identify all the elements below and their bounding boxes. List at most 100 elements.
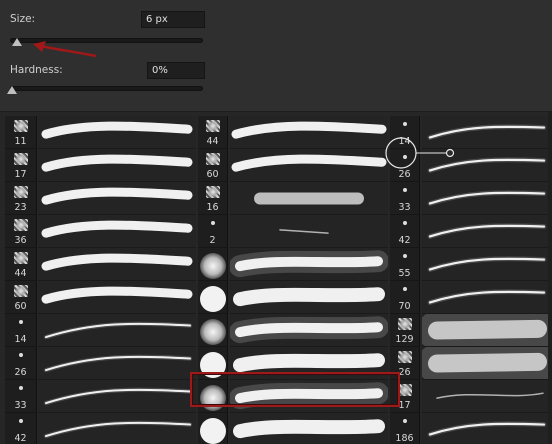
stroke-preview-graphic (41, 121, 193, 139)
size-slider-thumb[interactable] (12, 38, 22, 46)
brush-thumbnail[interactable] (198, 281, 228, 314)
brush-stroke-preview[interactable] (38, 215, 196, 248)
brush-cursor-circle-icon (385, 137, 455, 169)
scrollbar[interactable] (548, 112, 552, 444)
brush-stroke-preview[interactable] (38, 182, 196, 215)
stroke-preview-graphic (233, 287, 385, 307)
brush-thumbnail[interactable]: 23 (5, 182, 37, 215)
brush-thumbnail[interactable]: 42 (390, 215, 420, 248)
brush-thumbnail[interactable]: 33 (390, 182, 420, 215)
brush-stroke-preview[interactable] (230, 281, 388, 314)
stroke-preview-graphic (230, 316, 388, 344)
brush-size-label: 33 (398, 202, 411, 213)
hardness-slider-track[interactable] (10, 86, 203, 91)
brush-stroke-preview[interactable] (422, 281, 548, 314)
brush-thumbnail[interactable]: 70 (390, 281, 420, 314)
brush-stroke-preview[interactable] (230, 248, 388, 281)
brush-tip-icon (199, 319, 226, 345)
brush-stroke-preview[interactable] (422, 380, 548, 413)
stroke-preview-graphic (231, 121, 387, 139)
stroke-preview-graphic (427, 421, 547, 437)
brush-stroke-preview[interactable] (422, 413, 548, 444)
stroke-preview-graphic (427, 190, 547, 206)
brush-tip-icon (199, 253, 226, 279)
hardness-field[interactable]: 0% (147, 62, 205, 79)
brush-stroke-preview[interactable] (38, 347, 196, 380)
brush-tip-icon (402, 188, 407, 192)
brush-stroke-preview[interactable] (422, 215, 548, 248)
brush-size-label: 129 (395, 334, 414, 345)
brush-stroke-preview[interactable] (38, 116, 196, 149)
brush-thumbnail[interactable] (198, 248, 228, 281)
hardness-slider-thumb[interactable] (7, 86, 17, 94)
brush-size-label: 2 (209, 235, 216, 246)
brush-stroke-preview[interactable] (422, 182, 548, 215)
brush-tip-icon (13, 186, 28, 198)
stroke-preview-graphic (422, 347, 548, 379)
brush-size-label: 14 (14, 334, 27, 345)
brush-size-label: 42 (398, 235, 411, 246)
stroke-preview-graphic (43, 420, 193, 439)
brush-thumbnail[interactable]: 42 (5, 413, 37, 444)
brush-thumbnail[interactable]: 186 (390, 413, 420, 444)
size-field[interactable]: 6 px (141, 11, 205, 28)
brush-stroke-preview[interactable] (38, 380, 196, 413)
brush-tip-icon (18, 386, 23, 390)
brush-size-label: 55 (398, 268, 411, 279)
brush-tip-icon (13, 285, 28, 297)
brush-stroke-preview[interactable] (38, 413, 196, 444)
brush-stroke-preview[interactable] (230, 116, 388, 149)
brush-tip-icon (199, 286, 226, 312)
brush-stroke-preview[interactable] (38, 281, 196, 314)
brush-stroke-preview[interactable] (230, 413, 388, 444)
stroke-preview-graphic (422, 314, 548, 346)
brush-tip-icon (205, 120, 220, 132)
brush-thumbnail[interactable]: 44 (198, 116, 228, 149)
brush-thumbnail[interactable]: 16 (198, 182, 228, 215)
brush-thumbnail[interactable]: 129 (390, 314, 420, 347)
stroke-preview-graphic (230, 250, 388, 278)
brush-size-label: 16 (206, 202, 219, 213)
brush-thumbnail[interactable]: 26 (5, 347, 37, 380)
brush-thumbnail[interactable]: 33 (5, 380, 37, 413)
brush-thumbnail[interactable]: 44 (5, 248, 37, 281)
brush-tip-icon (18, 353, 23, 357)
stroke-preview-graphic (233, 419, 385, 439)
brush-size-label: 42 (14, 433, 27, 444)
brush-stroke-preview[interactable] (38, 149, 196, 182)
stroke-preview-graphic (427, 289, 547, 305)
brush-thumbnail[interactable]: 60 (198, 149, 228, 182)
brush-size-label: 23 (14, 202, 27, 213)
selected-brush-highlight (190, 372, 400, 407)
stroke-preview-graphic (43, 387, 193, 406)
brush-stroke-preview[interactable] (38, 314, 196, 347)
brush-stroke-preview[interactable] (422, 248, 548, 281)
brush-thumbnail[interactable] (198, 314, 228, 347)
brush-tip-icon (402, 122, 407, 126)
brush-stroke-preview[interactable] (230, 149, 388, 182)
brush-thumbnail[interactable]: 14 (5, 314, 37, 347)
brush-size-label: 44 (206, 136, 219, 147)
brush-thumbnail[interactable] (198, 413, 228, 444)
brush-tip-icon (397, 318, 412, 330)
brush-stroke-preview[interactable] (38, 248, 196, 281)
brush-stroke-preview[interactable] (230, 215, 388, 248)
brush-stroke-preview[interactable] (230, 314, 388, 347)
brush-stroke-preview[interactable] (422, 314, 548, 347)
brush-thumbnail[interactable]: 2 (198, 215, 228, 248)
stroke-preview-graphic (41, 253, 193, 271)
brush-thumbnail[interactable]: 17 (5, 149, 37, 182)
brush-tip-icon (210, 221, 215, 225)
brush-stroke-preview[interactable] (230, 182, 388, 215)
stroke-preview-graphic (436, 392, 544, 399)
brush-size-label: 60 (206, 169, 219, 180)
brush-stroke-preview[interactable] (422, 347, 548, 380)
brush-thumbnail[interactable]: 55 (390, 248, 420, 281)
brush-tip-icon (13, 120, 28, 132)
brush-thumbnail[interactable]: 11 (5, 116, 37, 149)
red-arrow-icon (33, 41, 97, 58)
brush-tip-icon (13, 153, 28, 165)
brush-thumbnail[interactable]: 60 (5, 281, 37, 314)
brush-thumbnail[interactable]: 36 (5, 215, 37, 248)
brush-tip-icon (13, 219, 28, 231)
